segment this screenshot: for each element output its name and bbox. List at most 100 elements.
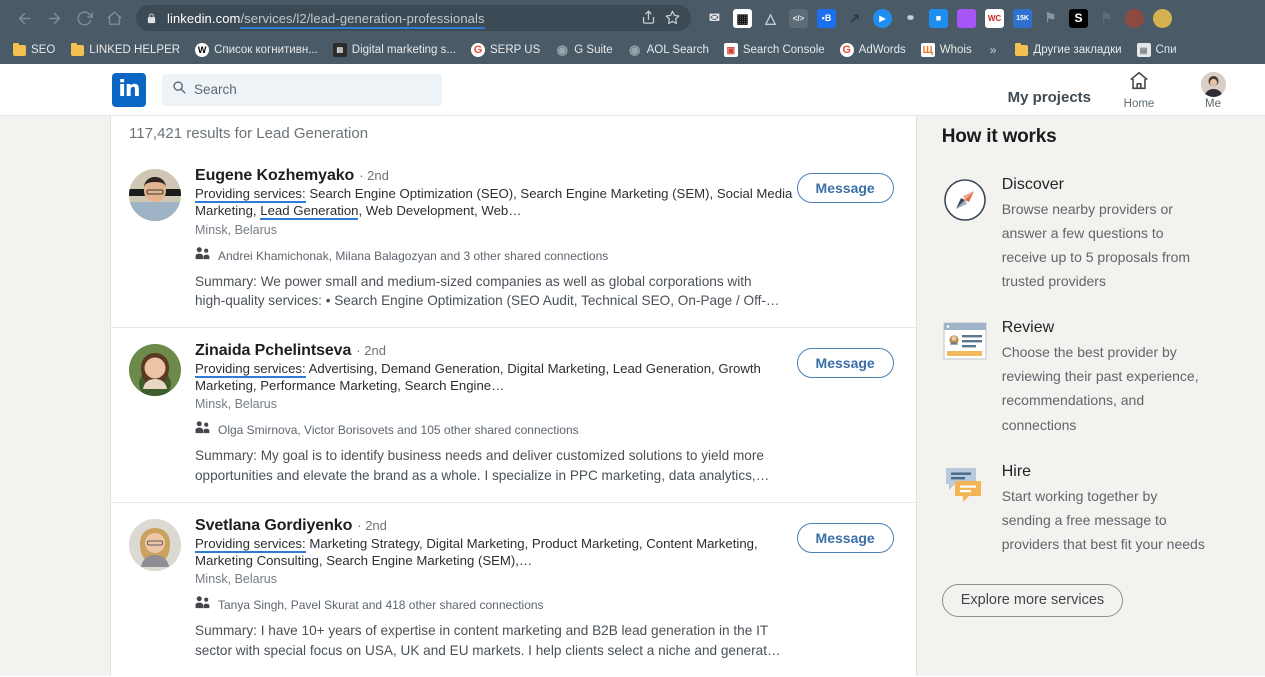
step-title: Hire — [1001, 462, 1032, 480]
bookmark-notes[interactable]: ▤ Спи — [1131, 41, 1183, 59]
bookmark-label: Search Console — [742, 44, 825, 56]
bookmark-other-bookmarks[interactable]: Другие закладки — [1008, 41, 1127, 59]
bookmark-serp-us[interactable]: G SERP US — [465, 41, 546, 59]
bookmark-g-suite[interactable]: ◉ G Suite — [549, 41, 618, 59]
bookmark-label: SERP US — [489, 44, 541, 56]
bookmark-seo[interactable]: SEO — [6, 41, 61, 59]
avatar[interactable] — [129, 518, 181, 571]
google-icon: G — [839, 43, 854, 57]
profile-name[interactable]: Svetlana Gordiyenko — [195, 517, 352, 535]
linkedin-logo-icon[interactable]: in — [112, 72, 146, 107]
providing-services: Providing services: Advertising, Demand … — [195, 360, 795, 395]
bookmark-whois[interactable]: Щ Whois — [915, 41, 978, 59]
step-title: Review — [1001, 319, 1055, 337]
bookmark-search-console[interactable]: ▣ Search Console — [718, 41, 831, 59]
search-results-column: 117,421 results for Lead Generation Euge… — [110, 116, 917, 676]
back-arrow-icon[interactable] — [10, 4, 38, 32]
ext-avatar-gold-icon[interactable] — [1153, 8, 1172, 28]
search-input[interactable]: Search — [162, 73, 442, 106]
ext-purple-square-icon[interactable] — [957, 8, 976, 28]
ext-avatar-red-icon[interactable] — [1125, 8, 1144, 28]
message-button[interactable]: Message — [796, 347, 894, 378]
bookmarks-overflow-button[interactable]: » — [981, 41, 1006, 59]
bookmark-linked-helper[interactable]: LINKED HELPER — [64, 41, 186, 59]
how-it-works-sidebar: How it works Discover Browse nearby prov… — [941, 116, 1239, 676]
profile-name[interactable]: Zinaida Pchelintseva — [195, 342, 351, 360]
share-icon[interactable] — [641, 10, 657, 26]
services-highlight: Lead Generation — [260, 202, 359, 220]
nav-home[interactable]: Home — [1113, 70, 1165, 110]
lock-icon — [146, 12, 159, 25]
ext-15k-icon[interactable]: 15K — [1013, 8, 1032, 28]
folder-icon — [1014, 43, 1028, 57]
browser-toolbar: linkedin.com/services/l2/lead-generation… — [0, 0, 1265, 36]
folder-icon — [70, 43, 84, 57]
bookmark-star-icon[interactable] — [665, 10, 681, 26]
reload-icon[interactable] — [70, 4, 98, 32]
forward-arrow-icon[interactable] — [40, 4, 68, 32]
bookmark-label: Спи — [1155, 44, 1177, 56]
google-icon: G — [470, 43, 485, 57]
bookmark-label: Список когнитивн... — [214, 44, 318, 56]
folder-icon — [12, 43, 26, 57]
connection-degree: · 2nd — [359, 168, 389, 183]
message-button[interactable]: Message — [796, 522, 894, 553]
ext-qr-code-icon[interactable]: ▦ — [733, 8, 752, 28]
bookmark-label: G Suite — [574, 44, 613, 56]
results-count: 117,421 results for Lead Generation — [129, 125, 369, 142]
list-item[interactable]: Svetlana Gordiyenko · 2nd Providing serv… — [111, 501, 916, 676]
ext-video-camera-icon[interactable]: ■ — [929, 8, 948, 28]
shared-connections: Olga Smirnova, Victor Borisovets and 105… — [195, 421, 888, 439]
profile-name[interactable]: Eugene Kozhemyako — [195, 167, 354, 185]
shared-connections: Tanya Singh, Pavel Skurat and 418 other … — [195, 596, 888, 614]
bookmark-label: AdWords — [858, 44, 906, 56]
shared-connections-text: Olga Smirnova, Victor Borisovets and 105… — [218, 423, 579, 438]
explore-more-services-button[interactable]: Explore more services — [941, 583, 1124, 617]
bookmark-label: SEO — [31, 44, 56, 56]
providing-services-label: Providing services: — [195, 186, 306, 203]
shared-connections-text: Tanya Singh, Pavel Skurat and 418 other … — [218, 598, 544, 613]
bookmark-digital-marketing[interactable]: ▤ Digital marketing s... — [327, 41, 462, 59]
shared-connections-text: Andrei Khamichonak, Milana Balagozyan an… — [218, 248, 609, 263]
ext-link-chain-icon[interactable]: ⚭ — [901, 9, 920, 28]
step-title: Discover — [1001, 176, 1064, 193]
ext-scooter-icon[interactable]: ↗ — [845, 9, 864, 28]
providing-services: Providing services: Marketing Strategy, … — [195, 535, 795, 570]
ext-play-circle-icon[interactable]: ▶ — [873, 8, 892, 28]
ext-blue-tag-icon[interactable]: ▪B — [817, 8, 836, 28]
linkedin-header: in Search My projects Home Me — [0, 64, 1265, 116]
address-bar[interactable]: linkedin.com/services/l2/lead-generation… — [136, 5, 691, 31]
people-icon — [195, 421, 210, 439]
ext-mail-stack-icon[interactable]: ✉ — [705, 9, 724, 28]
shared-connections: Andrei Khamichonak, Milana Balagozyan an… — [195, 246, 888, 265]
bookmark-wikipedia-list[interactable]: W Список когнитивн... — [189, 41, 324, 59]
providing-services-label: Providing services: — [195, 360, 306, 378]
avatar[interactable] — [129, 343, 181, 396]
bookmark-label: LINKED HELPER — [89, 44, 181, 56]
message-button[interactable]: Message — [796, 173, 894, 203]
people-icon — [195, 246, 210, 265]
avatar[interactable] — [129, 169, 181, 221]
my-projects-link[interactable]: My projects — [1008, 89, 1091, 110]
list-item[interactable]: Eugene Kozhemyako · 2nd Providing servic… — [111, 153, 916, 327]
connection-degree: · 2nd — [357, 517, 387, 533]
home-icon — [1128, 70, 1150, 97]
ext-gray-pin-icon[interactable]: ⚑ — [1041, 9, 1060, 28]
globe-icon: ◉ — [556, 43, 568, 57]
list-item[interactable]: Zinaida Pchelintseva · 2nd Providing ser… — [111, 326, 916, 502]
nav-me[interactable]: Me — [1187, 71, 1239, 110]
compass-icon — [942, 176, 988, 222]
search-console-icon: ▣ — [723, 43, 738, 57]
ext-code-icon[interactable]: </> — [789, 8, 808, 28]
home-icon[interactable] — [100, 4, 128, 32]
sidebar-title: How it works — [941, 126, 1057, 147]
bookmark-aol-search[interactable]: ◉ AOL Search — [622, 41, 715, 59]
profile-name-line: Eugene Kozhemyako · 2nd — [195, 167, 888, 185]
ext-s-badge-icon[interactable]: S — [1069, 8, 1088, 28]
header-actions: My projects Home Me — [1008, 70, 1239, 110]
bookmark-adwords[interactable]: G AdWords — [834, 41, 912, 59]
ext-shield-icon[interactable]: △ — [761, 9, 780, 28]
ext-wc-icon[interactable]: WC — [985, 8, 1004, 28]
url-path-segment-1: /services/l2/ — [240, 10, 311, 29]
ext-faded-pin-icon[interactable]: ⚑ — [1097, 9, 1116, 28]
